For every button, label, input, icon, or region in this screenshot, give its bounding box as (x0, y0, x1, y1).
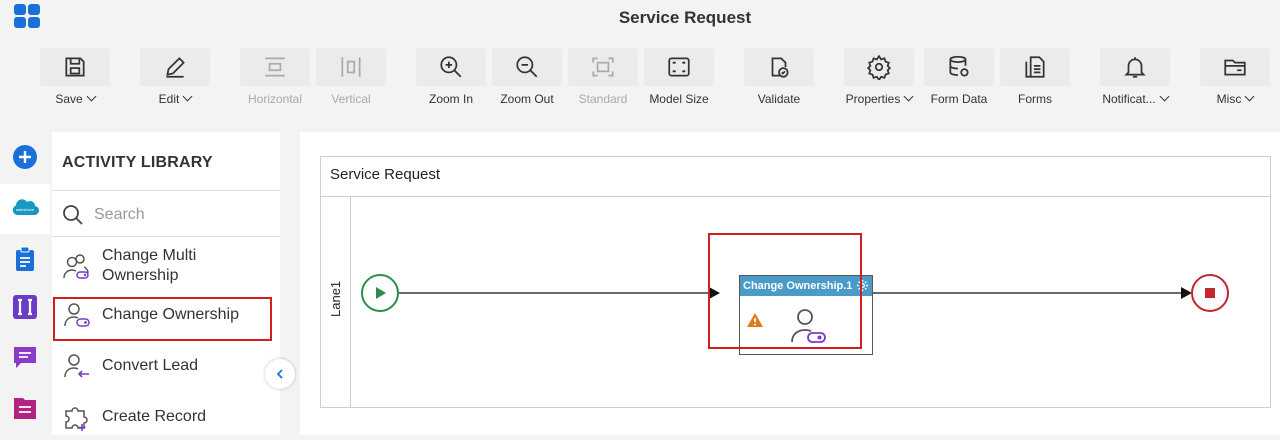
svg-text:salesforce: salesforce (16, 207, 35, 212)
vertical-icon (316, 48, 386, 86)
search-input[interactable] (94, 204, 264, 226)
chevron-down-icon (1244, 91, 1255, 102)
library-item-create-record[interactable]: Create Record (52, 394, 280, 440)
zoom-in-label: Zoom In (428, 92, 473, 106)
forms-button[interactable]: Forms (1000, 48, 1070, 106)
document-icon[interactable] (11, 394, 39, 422)
library-item-label: Convert Lead (102, 357, 199, 374)
search-icon (63, 205, 83, 225)
properties-button[interactable]: Properties (844, 48, 914, 106)
save-label: Save (55, 92, 83, 106)
salesforce-cloud-icon[interactable]: salesforce (11, 195, 39, 223)
stop-icon (1205, 288, 1215, 298)
convert-lead-icon (64, 354, 89, 378)
highlight-frame (708, 233, 862, 349)
divider (52, 236, 280, 237)
chevron-down-icon (182, 91, 193, 102)
integration-icon[interactable] (11, 293, 39, 321)
collapse-panel-button[interactable] (265, 359, 295, 389)
chevron-down-icon (1159, 91, 1170, 102)
forms-label: Forms (1018, 92, 1052, 106)
zoom-out-icon (492, 48, 562, 86)
misc-button[interactable]: Misc (1200, 48, 1270, 106)
zoom-out-button[interactable]: Zoom Out (492, 48, 562, 106)
validate-button[interactable]: Validate (744, 48, 814, 106)
library-item-label: Ownership (102, 267, 179, 284)
activity-library-panel: ACTIVITY LIBRARY Change Multi Ownership … (52, 132, 280, 435)
horizontal-icon (240, 48, 310, 86)
standard-label: Standard (578, 92, 628, 106)
chat-icon[interactable] (11, 343, 39, 371)
notifications-button[interactable]: Notificat... (1100, 48, 1170, 106)
save-button[interactable]: Save (40, 48, 110, 106)
model-size-label: Model Size (649, 92, 709, 106)
properties-label: Properties (845, 92, 901, 106)
zoom-in-button[interactable]: Zoom In (416, 48, 486, 106)
edit-label: Edit (158, 92, 180, 106)
edit-button[interactable]: Edit (140, 48, 210, 106)
save-icon (40, 48, 110, 86)
library-item-change-multi-ownership[interactable]: Change Multi Ownership (52, 244, 280, 290)
validate-label: Validate (757, 92, 801, 106)
notifications-label: Notificat... (1102, 92, 1156, 106)
database-icon (924, 48, 994, 86)
change-multi-ownership-icon (63, 254, 89, 279)
gear-icon (844, 48, 914, 86)
left-rail: salesforce (0, 132, 50, 435)
library-item-label: Create Record (102, 408, 207, 425)
library-heading: ACTIVITY LIBRARY (62, 154, 213, 171)
chevron-down-icon (903, 91, 914, 102)
horizontal-label: Horizontal (247, 92, 303, 106)
folder-icon (1200, 48, 1270, 86)
library-item-convert-lead[interactable]: Convert Lead (52, 343, 280, 389)
bell-icon (1100, 48, 1170, 86)
end-event[interactable] (1191, 274, 1229, 312)
divider (52, 190, 280, 191)
library-item-label: Change Multi (102, 247, 197, 264)
misc-label: Misc (1216, 92, 1242, 106)
zoom-out-label: Zoom Out (500, 92, 554, 106)
puzzle-plus-icon (65, 407, 88, 431)
standard-icon (568, 48, 638, 86)
chevron-down-icon (86, 91, 97, 102)
connector-task-to-end[interactable] (855, 287, 1192, 299)
form-data-button[interactable]: Form Data (924, 48, 994, 106)
forms-icon (1000, 48, 1070, 86)
connector-start-to-task[interactable] (399, 287, 720, 299)
chevron-left-icon (276, 369, 283, 379)
vertical-button[interactable]: Vertical (316, 48, 386, 106)
vertical-label: Vertical (331, 92, 371, 106)
clipboard-icon[interactable] (11, 245, 39, 273)
model-size-button[interactable]: Model Size (644, 48, 714, 106)
app-title: Service Request (618, 8, 752, 27)
highlight-frame (53, 297, 272, 341)
pencil-icon (140, 48, 210, 86)
validate-icon (744, 48, 814, 86)
plus-circle-icon[interactable] (11, 143, 39, 171)
toolbar: Save Edit Horizontal Vertical Zoom In Zo… (0, 38, 1280, 118)
zoom-in-icon (416, 48, 486, 86)
standard-button[interactable]: Standard (568, 48, 638, 106)
title-bar: Service Request (0, 0, 1280, 38)
fit-screen-icon (644, 48, 714, 86)
start-event[interactable] (361, 274, 399, 312)
horizontal-button[interactable]: Horizontal (240, 48, 310, 106)
form-data-label: Form Data (930, 92, 988, 106)
